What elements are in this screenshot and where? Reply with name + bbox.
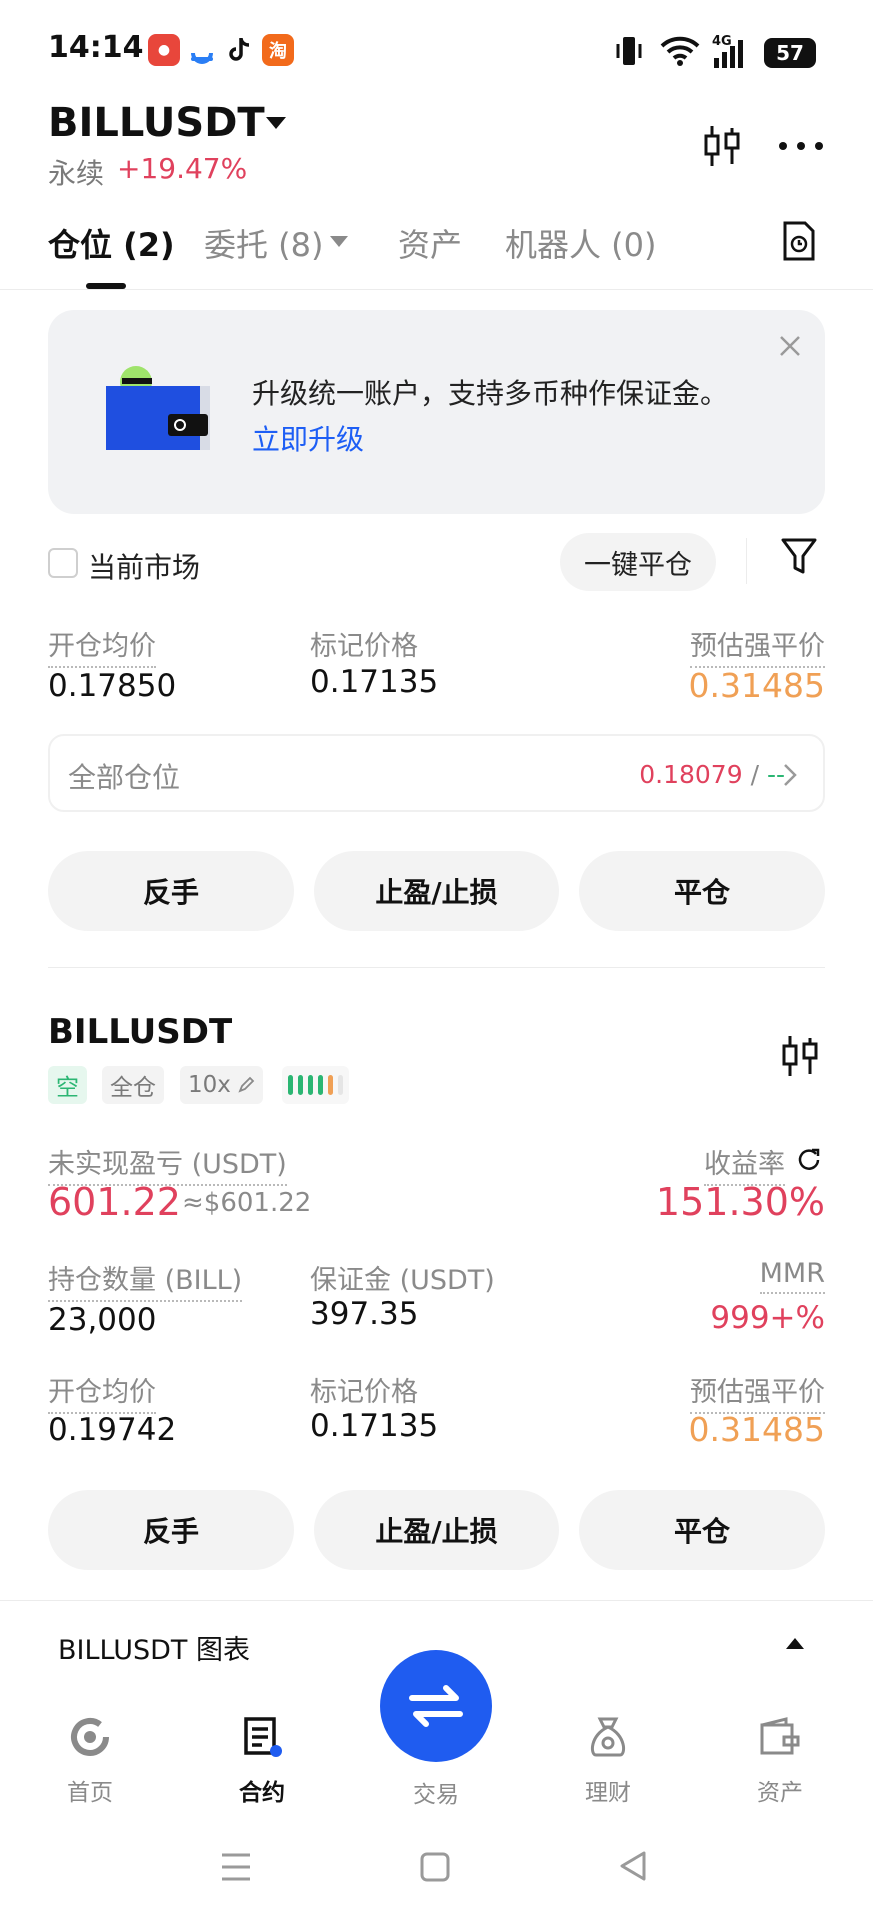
wallet-icon [760,1717,800,1755]
banner-message: 升级统一账户，支持多币种作保证金。 [252,377,729,410]
nav-futures[interactable]: 合约 [202,1715,322,1807]
nav-earn[interactable]: 理财 [548,1715,668,1807]
nav-assets[interactable]: 资产 [720,1715,840,1807]
tpsl-button[interactable]: 止盈/止损 [314,1490,559,1570]
mark-price-label: 标记价格 [310,631,418,662]
tpsl-button[interactable]: 止盈/止损 [314,851,559,931]
roe-value: 151.30% [655,1180,825,1224]
orders-dropdown-icon[interactable] [330,236,348,247]
tab-assets[interactable]: 资产 [398,220,462,266]
divider [746,538,747,584]
back-icon[interactable] [618,1850,648,1882]
leverage-value: 10x [188,1072,231,1098]
mark-price-value: 0.17135 [310,664,439,700]
chevron-up-icon[interactable] [786,1638,804,1649]
nav-home[interactable]: 首页 [30,1715,150,1807]
tab-positions[interactable]: 仓位 (2) [48,220,175,266]
vibrate-icon [616,37,642,65]
futures-icon [244,1717,282,1757]
mmr-value: 999+% [710,1300,825,1336]
signal-icon [714,40,743,68]
earn-icon [590,1717,626,1757]
pos-mark-price-label: 标记价格 [310,1377,418,1408]
upnl-usd-value: ≈$601.22 [182,1188,312,1218]
battery-level: 57 [776,41,804,65]
home-square-icon[interactable] [420,1852,450,1882]
more-options-icon[interactable] [778,140,824,152]
wallet-illustration-icon [106,366,210,450]
leverage-tag[interactable]: 10x [180,1066,263,1104]
pos-avg-open-value: 0.19742 [48,1412,177,1448]
section-divider [48,967,825,968]
nav-assets-label: 资产 [757,1780,803,1806]
trade-fab-button[interactable] [380,1650,492,1762]
all-positions-value: 0.18079 [639,760,743,789]
close-icon[interactable] [778,334,802,358]
current-market-checkbox[interactable] [48,548,78,578]
status-bar: 14:14 ● 淘 4G 57 [0,0,873,100]
close-position-button[interactable]: 平仓 [579,851,825,931]
pos-liq-price-value: 0.31485 [688,1410,825,1449]
chevron-right-icon[interactable] [782,762,798,788]
taobao-icon: 淘 [262,34,294,66]
close-all-button[interactable]: 一键平仓 [560,533,716,591]
short-side-tag: 空 [48,1066,87,1104]
size-value: 23,000 [48,1302,157,1338]
upnl-value: 601.22 [48,1180,181,1224]
nav-earn-label: 理财 [585,1780,631,1806]
close-position-button[interactable]: 平仓 [579,1490,825,1570]
wifi-icon [660,36,700,66]
app-icon-red: ● [148,34,180,66]
avg-open-value: 0.17850 [48,668,177,704]
margin-value: 397.35 [310,1296,419,1332]
contract-type: 永续 [48,157,105,190]
liq-price-value: 0.31485 [688,666,825,705]
pair-title[interactable]: BILLUSDT [48,100,265,146]
edit-icon[interactable] [237,1076,255,1094]
adl-indicator [282,1066,349,1104]
pos-liq-price-label: 预估强平价 [690,1370,825,1414]
all-positions-label: 全部仓位 [68,761,181,794]
nav-trade[interactable]: 交易 [376,1765,496,1809]
swap-arrows-icon [409,1685,463,1727]
share-icon[interactable] [796,1146,822,1172]
price-change: +19.47% [117,152,248,185]
current-market-label: 当前市场 [88,551,201,584]
mmr-label: MMR [759,1258,825,1294]
all-positions-values: 0.18079 / -- [639,760,785,789]
battery-icon: 57 [764,38,816,68]
pos-avg-open-label: 开仓均价 [48,1370,156,1414]
avg-open-label: 开仓均价 [48,624,156,668]
size-label: 持仓数量 (BILL) [48,1258,243,1302]
position-symbol: BILLUSDT [48,1012,233,1052]
chart-bar-label: BILLUSDT 图表 [58,1635,250,1666]
pos-mark-price-value: 0.17135 [310,1408,439,1444]
home-icon [71,1718,109,1756]
history-document-icon[interactable] [782,220,816,262]
margin-label: 保证金 (USDT) [310,1265,495,1296]
nav-home-label: 首页 [67,1780,113,1806]
nav-trade-label: 交易 [413,1782,459,1808]
reverse-button[interactable]: 反手 [48,851,294,931]
app-icon-blue [186,34,218,66]
tiktok-icon [224,34,256,66]
reverse-button[interactable]: 反手 [48,1490,294,1570]
nav-futures-label: 合约 [239,1780,285,1806]
pair-dropdown-icon[interactable] [266,117,286,129]
menu-icon[interactable] [220,1852,252,1882]
cross-margin-tag: 全仓 [102,1066,164,1104]
upgrade-now-link[interactable]: 立即升级 [252,418,364,458]
filter-icon[interactable] [780,536,818,578]
value-separator: / [750,760,759,789]
tab-divider [0,289,873,290]
tab-orders[interactable]: 委托 (8) [204,220,324,266]
candlestick-chart-icon[interactable] [702,124,742,168]
status-time: 14:14 [48,30,144,65]
candlestick-chart-icon[interactable] [780,1034,820,1078]
tab-bots[interactable]: 机器人 (0) [505,220,657,266]
liq-price-label: 预估强平价 [690,624,825,668]
